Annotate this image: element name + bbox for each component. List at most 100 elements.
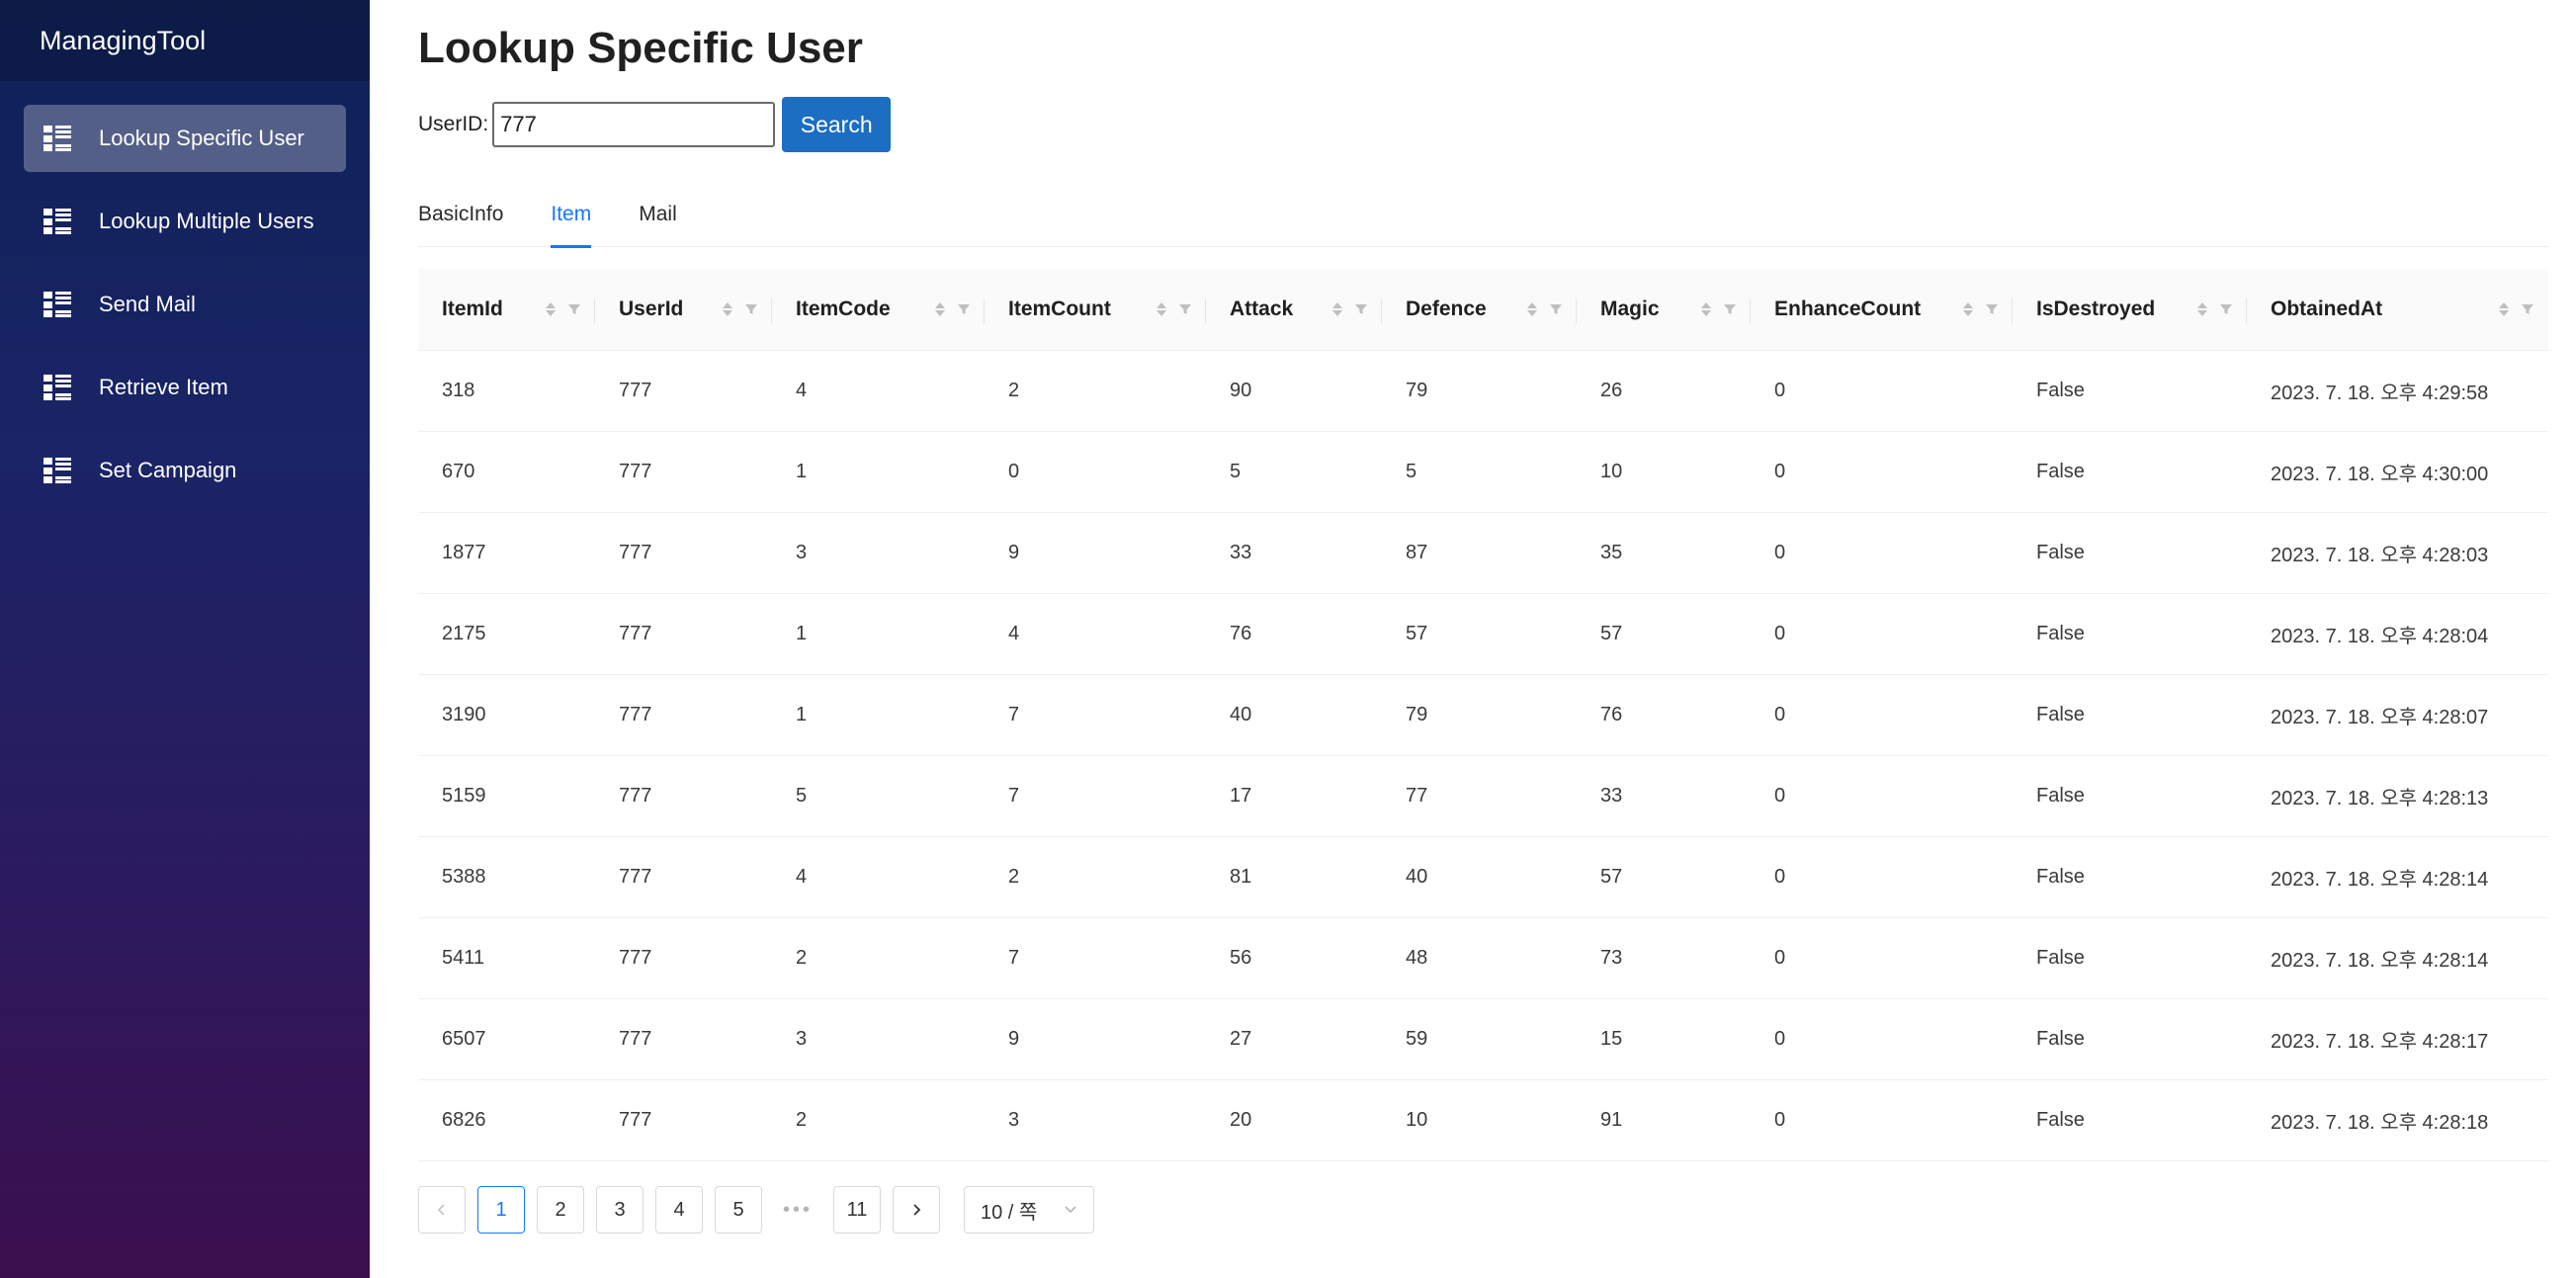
tab-item[interactable]: Item: [551, 188, 591, 248]
cell-isdestroyed: False: [2013, 512, 2247, 594]
sort-icon[interactable]: [1527, 301, 1537, 316]
page-button-5[interactable]: 5: [715, 1186, 762, 1234]
table-row[interactable]: 1877 777 3 9 33 87 35 0 False 2023. 7. 18. 오후 4:2…: [418, 512, 2548, 594]
table-row[interactable]: 5388 777 4 2 81 40 57 0 False 2023. 7. 18. 오후 4:2…: [418, 836, 2548, 918]
table-row[interactable]: 318 777 4 2 90 79 26 0 False 2023. 7. 18. 오후 4:29…: [418, 350, 2548, 432]
cell-itemcount: 4: [985, 593, 1206, 675]
column-header-label: EnhanceCount: [1774, 297, 1922, 320]
table-row[interactable]: 6507 777 3 9 27 59 15 0 False 2023. 7. 18. 오후 4:2…: [418, 998, 2548, 1080]
cell-attack: 20: [1206, 1079, 1382, 1161]
chevron-left-icon: [437, 1204, 445, 1216]
column-header-enhancecount[interactable]: EnhanceCount: [1751, 269, 2013, 351]
cell-obtainedat: 2023. 7. 18. 오후 4:28:03: [2247, 512, 2548, 594]
page-button-3[interactable]: 3: [596, 1186, 644, 1234]
column-header-label: UserId: [619, 297, 684, 320]
sort-icon[interactable]: [2197, 301, 2207, 316]
cell-itemid: 6826: [418, 1079, 595, 1161]
page-button-2[interactable]: 2: [537, 1186, 584, 1234]
column-header-obtainedat[interactable]: ObtainedAt: [2247, 269, 2548, 351]
userid-input[interactable]: [492, 102, 776, 147]
filter-icon[interactable]: [2521, 302, 2534, 316]
filter-icon[interactable]: [1985, 302, 1999, 316]
chevron-right-icon: [913, 1204, 921, 1216]
sort-icon[interactable]: [2499, 301, 2509, 316]
column-header-label: ItemCode: [796, 297, 891, 320]
filter-icon[interactable]: [744, 302, 758, 316]
column-header-isdestroyed[interactable]: IsDestroyed: [2013, 269, 2247, 351]
cell-attack: 81: [1206, 836, 1382, 918]
table-body: 318 777 4 2 90 79 26 0 False 2023. 7. 18. 오후 4:29…: [418, 350, 2548, 1161]
filter-icon[interactable]: [2219, 302, 2233, 316]
column-header-attack[interactable]: Attack: [1206, 269, 1382, 351]
filter-icon[interactable]: [567, 302, 581, 316]
column-header-itemcode[interactable]: ItemCode: [772, 269, 985, 351]
cell-enhancecount: 0: [1751, 917, 2013, 999]
column-header-itemid[interactable]: ItemId: [418, 269, 595, 351]
filter-icon[interactable]: [1549, 302, 1563, 316]
sort-icon[interactable]: [935, 301, 945, 316]
tab-mail[interactable]: Mail: [639, 188, 677, 247]
sidebar-item-lookup-multiple-users[interactable]: Lookup Multiple Users: [24, 188, 346, 255]
cell-itemcode: 3: [772, 512, 985, 594]
cell-isdestroyed: False: [2013, 350, 2247, 432]
cell-userid: 777: [595, 512, 772, 594]
cell-itemcount: 7: [985, 917, 1206, 999]
page-button-last[interactable]: 11: [833, 1186, 881, 1234]
cell-itemcode: 1: [772, 593, 985, 675]
search-button[interactable]: Search: [782, 97, 892, 152]
filter-icon[interactable]: [957, 302, 971, 316]
sort-icon[interactable]: [1701, 301, 1711, 316]
page-button-4[interactable]: 4: [655, 1186, 703, 1234]
sort-icon[interactable]: [723, 301, 732, 316]
page-jump-ellipsis[interactable]: •••: [774, 1186, 821, 1234]
column-header-defence[interactable]: Defence: [1382, 269, 1577, 351]
cell-userid: 777: [595, 674, 772, 756]
table-row[interactable]: 6826 777 2 3 20 10 91 0 False 2023. 7. 18. 오후 4:2…: [418, 1079, 2548, 1161]
cell-enhancecount: 0: [1751, 836, 2013, 918]
cell-obtainedat: 2023. 7. 18. 오후 4:28:18: [2247, 1079, 2548, 1161]
cell-itemcount: 9: [985, 998, 1206, 1080]
column-header-magic[interactable]: Magic: [1577, 269, 1751, 351]
cell-attack: 33: [1206, 512, 1382, 594]
filter-icon[interactable]: [1354, 302, 1368, 316]
sidebar-item-lookup-specific-user[interactable]: Lookup Specific User: [24, 105, 346, 172]
table-row[interactable]: 2175 777 1 4 76 57 57 0 False 2023. 7. 18. 오후 4:2…: [418, 593, 2548, 675]
cell-attack: 76: [1206, 593, 1382, 675]
sort-icon[interactable]: [1963, 301, 1973, 316]
items-table-container: ItemId UserId ItemCode ItemCount Attack Defen…: [418, 269, 2548, 1161]
page-button-1[interactable]: 1: [477, 1186, 525, 1234]
cell-itemid: 5159: [418, 755, 595, 837]
column-header-label: Magic: [1600, 297, 1660, 320]
cell-itemcode: 2: [772, 1079, 985, 1161]
cell-isdestroyed: False: [2013, 431, 2247, 513]
search-row: UserID: Search: [418, 97, 892, 152]
sidebar-item-set-campaign[interactable]: Set Campaign: [24, 437, 346, 504]
table-row[interactable]: 5411 777 2 7 56 48 73 0 False 2023. 7. 18. 오후 4:2…: [418, 917, 2548, 999]
column-header-userid[interactable]: UserId: [595, 269, 772, 351]
sort-icon[interactable]: [1157, 301, 1166, 316]
cell-attack: 27: [1206, 998, 1382, 1080]
filter-icon[interactable]: [1178, 302, 1192, 316]
sidebar-item-send-mail[interactable]: Send Mail: [24, 271, 346, 338]
cell-userid: 777: [595, 431, 772, 513]
cell-itemid: 670: [418, 431, 595, 513]
prev-page-button[interactable]: [418, 1186, 466, 1234]
next-page-button[interactable]: [893, 1186, 940, 1234]
cell-defence: 87: [1382, 512, 1577, 594]
cell-isdestroyed: False: [2013, 836, 2247, 918]
table-row[interactable]: 3190 777 1 7 40 79 76 0 False 2023. 7. 18. 오후 4:2…: [418, 674, 2548, 756]
column-header-itemcount[interactable]: ItemCount: [985, 269, 1206, 351]
table-row[interactable]: 670 777 1 0 5 5 10 0 False 2023. 7. 18. 오후 4:30:0…: [418, 431, 2548, 513]
sort-icon[interactable]: [546, 301, 556, 316]
sort-icon[interactable]: [1332, 301, 1342, 316]
cell-obtainedat: 2023. 7. 18. 오후 4:28:04: [2247, 593, 2548, 675]
column-header-label: ObtainedAt: [2271, 297, 2383, 320]
filter-icon[interactable]: [1723, 302, 1737, 316]
sidebar-item-retrieve-item[interactable]: Retrieve Item: [24, 354, 346, 421]
sidebar-item-label: Lookup Multiple Users: [99, 209, 314, 233]
cell-defence: 57: [1382, 593, 1577, 675]
page-size-select[interactable]: 10 / 쪽: [964, 1186, 1094, 1234]
tab-basicinfo[interactable]: BasicInfo: [418, 188, 503, 247]
list-icon: [43, 209, 71, 234]
table-row[interactable]: 5159 777 5 7 17 77 33 0 False 2023. 7. 18. 오후 4:2…: [418, 755, 2548, 837]
